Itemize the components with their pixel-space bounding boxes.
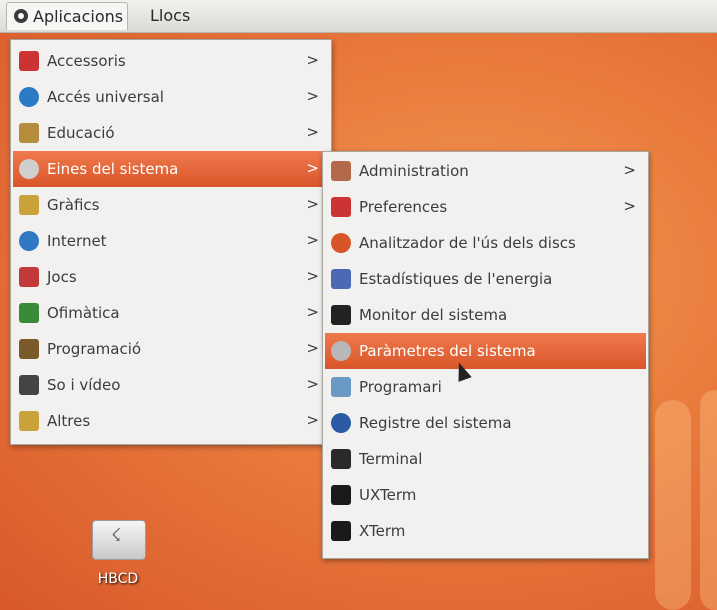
menu-item-accessories[interactable]: Accessoris > — [13, 43, 329, 79]
menu-item-label: Terminal — [359, 450, 423, 468]
menu-item-label: Analitzador de l'ús dels discs — [359, 234, 576, 252]
top-panel: Aplicacions Llocs — [0, 0, 717, 33]
menu-item-label: Preferences — [359, 198, 448, 216]
menu-item-label: Estadístiques de l'energia — [359, 270, 553, 288]
menu-item-system-tools[interactable]: Eines del sistema > — [13, 151, 329, 187]
menu-item-label: Programari — [359, 378, 442, 396]
menu-item-label: Internet — [47, 232, 107, 250]
sound-video-icon — [19, 375, 39, 395]
chevron-right-icon: > — [306, 87, 319, 105]
menu-item-label: Administration — [359, 162, 469, 180]
internet-icon — [19, 231, 39, 251]
programming-icon — [19, 339, 39, 359]
applications-menu-button[interactable]: Aplicacions — [6, 2, 129, 30]
submenu-item-preferences[interactable]: Preferences > — [325, 189, 646, 225]
system-log-icon — [331, 413, 351, 433]
menu-item-label: So i vídeo — [47, 376, 121, 394]
wallpaper-shape — [655, 400, 691, 610]
menu-item-label: Programació — [47, 340, 142, 358]
menu-item-games[interactable]: Jocs > — [13, 259, 329, 295]
menu-item-label: Registre del sistema — [359, 414, 512, 432]
applications-label: Aplicacions — [33, 7, 124, 26]
power-statistics-icon — [331, 269, 351, 289]
preferences-icon — [331, 197, 351, 217]
chevron-right-icon: > — [306, 267, 319, 285]
menu-item-label: Altres — [47, 412, 91, 430]
submenu-item-terminal[interactable]: Terminal — [325, 441, 646, 477]
accessories-icon — [19, 51, 39, 71]
administration-icon — [331, 161, 351, 181]
applications-menu: Accessoris > Accés universal > Educació … — [10, 39, 332, 445]
system-settings-icon — [331, 341, 351, 361]
games-icon — [19, 267, 39, 287]
usb-drive-icon[interactable] — [92, 520, 146, 560]
menu-item-label: Accés universal — [47, 88, 164, 106]
applications-icon — [14, 9, 28, 23]
wallpaper-shape — [700, 390, 717, 610]
education-icon — [19, 123, 39, 143]
menu-item-label: Accessoris — [47, 52, 126, 70]
menu-item-office[interactable]: Ofimàtica > — [13, 295, 329, 331]
menu-item-label: Educació — [47, 124, 115, 142]
submenu-item-xterm[interactable]: XTerm — [325, 513, 646, 549]
chevron-right-icon: > — [306, 195, 319, 213]
system-tools-submenu: Administration > Preferences > Analitzad… — [322, 151, 649, 559]
submenu-item-power-statistics[interactable]: Estadístiques de l'energia — [325, 261, 646, 297]
menu-item-graphics[interactable]: Gràfics > — [13, 187, 329, 223]
submenu-item-disk-usage[interactable]: Analitzador de l'ús dels discs — [325, 225, 646, 261]
universal-access-icon — [19, 87, 39, 107]
other-icon — [19, 411, 39, 431]
chevron-right-icon: > — [623, 161, 636, 179]
chevron-right-icon: > — [306, 339, 319, 357]
menu-item-internet[interactable]: Internet > — [13, 223, 329, 259]
chevron-right-icon: > — [623, 197, 636, 215]
menu-item-label: Ofimàtica — [47, 304, 120, 322]
menu-item-label: Jocs — [47, 268, 77, 286]
submenu-item-uxterm[interactable]: UXTerm — [325, 477, 646, 513]
chevron-right-icon: > — [306, 51, 319, 69]
chevron-right-icon: > — [306, 375, 319, 393]
menu-item-label: Eines del sistema — [47, 160, 179, 178]
drive-label[interactable]: HBCD — [70, 571, 166, 587]
menu-item-label: Gràfics — [47, 196, 100, 214]
chevron-right-icon: > — [306, 303, 319, 321]
chevron-right-icon: > — [306, 231, 319, 249]
system-monitor-icon — [331, 305, 351, 325]
xterm-icon — [331, 521, 351, 541]
software-icon — [331, 377, 351, 397]
chevron-right-icon: > — [306, 159, 319, 177]
menu-item-other[interactable]: Altres > — [13, 403, 329, 439]
menu-item-universal-access[interactable]: Accés universal > — [13, 79, 329, 115]
menu-item-label: UXTerm — [359, 486, 417, 504]
chevron-right-icon: > — [306, 123, 319, 141]
uxterm-icon — [331, 485, 351, 505]
submenu-item-software[interactable]: Programari — [325, 369, 646, 405]
places-menu-button[interactable]: Llocs — [150, 2, 190, 29]
chevron-right-icon: > — [306, 411, 319, 429]
submenu-item-system-monitor[interactable]: Monitor del sistema — [325, 297, 646, 333]
menu-item-label: XTerm — [359, 522, 406, 540]
disk-usage-icon — [331, 233, 351, 253]
submenu-item-administration[interactable]: Administration > — [325, 153, 646, 189]
system-tools-icon — [19, 159, 39, 179]
terminal-icon — [331, 449, 351, 469]
submenu-item-system-settings[interactable]: Paràmetres del sistema — [325, 333, 646, 369]
submenu-item-system-log[interactable]: Registre del sistema — [325, 405, 646, 441]
menu-item-label: Monitor del sistema — [359, 306, 508, 324]
menu-item-label: Paràmetres del sistema — [359, 342, 536, 360]
menu-item-sound-video[interactable]: So i vídeo > — [13, 367, 329, 403]
graphics-icon — [19, 195, 39, 215]
menu-item-education[interactable]: Educació > — [13, 115, 329, 151]
office-icon — [19, 303, 39, 323]
menu-item-programming[interactable]: Programació > — [13, 331, 329, 367]
